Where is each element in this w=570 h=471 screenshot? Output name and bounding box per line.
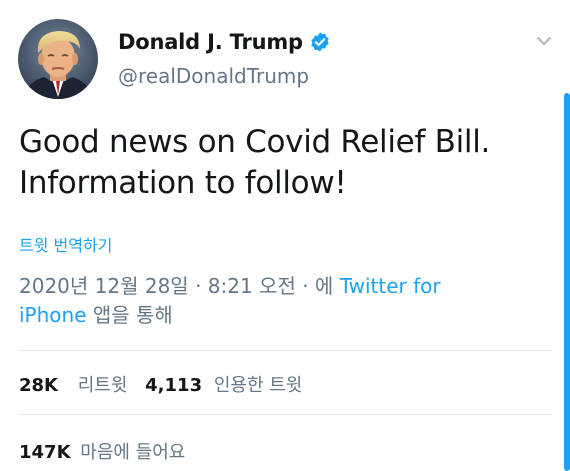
verified-badge-icon: [309, 31, 331, 53]
tweet-text: Good news on Covid Relief Bill. Informat…: [19, 122, 549, 204]
source-link[interactable]: Twitter for: [340, 274, 441, 298]
author-handle[interactable]: @realDonaldTrump: [118, 64, 309, 88]
likes-count: 147K: [19, 442, 71, 463]
source-suffix: 앱을 통해: [86, 303, 173, 327]
tweet-text-line: Information to follow!: [19, 165, 347, 201]
likes-stat[interactable]: 147K 마음에 들어요: [19, 442, 185, 463]
quotes-count: 4,113: [145, 375, 203, 396]
retweets-label: 리트윗: [77, 375, 128, 396]
avatar-image: [18, 19, 98, 99]
chevron-down-icon[interactable]: [533, 30, 555, 52]
tweet-timestamp[interactable]: 2020년 12월 28일 · 8:21 오전 · 에: [19, 274, 340, 298]
source-link-continued[interactable]: iPhone: [19, 303, 87, 327]
likes-stats: 147K 마음에 들어요: [19, 438, 185, 464]
divider: [19, 414, 552, 415]
divider: [19, 350, 552, 351]
author-name-row: Donald J. Trump: [118, 27, 331, 57]
quotes-label: 인용한 트윗: [213, 375, 303, 396]
retweets-count: 28K: [19, 375, 58, 396]
likes-label: 마음에 들어요: [80, 442, 186, 463]
avatar[interactable]: [18, 19, 98, 99]
tweet-metadata: 2020년 12월 28일 · 8:21 오전 · 에 Twitter for …: [19, 272, 559, 330]
author-display-name[interactable]: Donald J. Trump: [118, 30, 303, 54]
engagement-stats: 28K 리트윗 4,113 인용한 트윗: [19, 371, 302, 397]
retweets-stat[interactable]: 28K 리트윗: [19, 375, 133, 396]
scrollbar[interactable]: [564, 93, 570, 471]
tweet-card: Donald J. Trump @realDonaldTrump Good ne…: [0, 0, 570, 471]
quotes-stat[interactable]: 4,113 인용한 트윗: [145, 375, 302, 396]
translate-tweet-link[interactable]: 트윗 번역하기: [19, 232, 112, 256]
tweet-text-line: Good news on Covid Relief Bill.: [19, 124, 491, 160]
